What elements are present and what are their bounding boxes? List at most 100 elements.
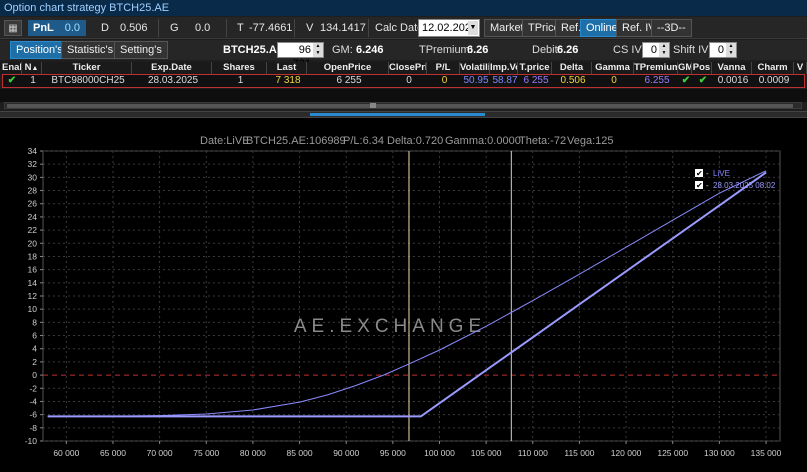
pnl-value: 0.0 [64,22,80,34]
legend-label-expiry: 28.03.2025 08:02 [713,181,776,190]
cs-iv-label: CS IV: [613,44,645,56]
chart-header-pl: P/L:6.34 [343,135,384,147]
cell-imp-vol: 58.87 [492,75,518,86]
cell-volatility: 50.95 [463,75,489,86]
gm-label: GM: [332,44,353,56]
table-row[interactable]: ✔ 1 BTC98000CH25 28.03.2025 1 7 318 6 25… [2,74,805,88]
x-tick-label: 95 000 [380,448,406,458]
chart-header-date: Date:LiVE [200,135,250,147]
tab-settings[interactable]: Setting's [114,41,168,59]
x-tick-label: 90 000 [333,448,359,458]
t-label: T [237,22,244,34]
3d-button[interactable]: --3D-- [651,19,692,37]
y-tick-label: 22 [28,225,38,235]
cell-delta: 0.506 [560,75,586,86]
y-tick-label: 18 [28,251,38,261]
cell-tpremium: 6.255 [644,75,670,86]
col-vanna[interactable]: Vanna [712,62,752,74]
separator [368,19,369,37]
col-ticker[interactable]: Ticker [42,62,132,74]
chart-header-delta: Delta:0.720 [387,135,443,147]
chart-header-gamma: Gamma:0.0000 [445,135,521,147]
series-line-expiry [47,171,767,418]
col-pos[interactable]: Pos [692,62,712,74]
x-tick-label: 115 000 [564,448,594,458]
v-value: 134.1417 [320,22,366,34]
x-tick-label: 75 000 [193,448,219,458]
chart-grid [42,150,781,442]
x-tick-label: 60 000 [53,448,79,458]
d-value: 0.506 [120,22,148,34]
symbol-label: BTCH25.AE [223,44,285,56]
scrollbar-grip-icon [370,103,376,108]
watermark: AE.EXCHANGE [294,316,486,337]
scrollbar-thumb[interactable] [7,104,793,108]
col-t-price[interactable]: T.price [518,62,552,74]
pos-check-icon[interactable]: ✔ [693,75,713,87]
g-label: G [170,22,179,34]
cell-gamma: 0 [611,75,617,86]
payoff-chart[interactable]: AE.EXCHANGE -10 -8 -6 -4 -2 0 2 4 6 8 10 12 14 16 18 20… [0,117,807,472]
col-open-price[interactable]: OpenPrice [307,62,389,74]
calc-date-select[interactable]: 12.02.2025 ▼ [418,19,480,37]
y-tick-label: 32 [28,159,38,169]
col-pl[interactable]: P/L [427,62,460,74]
x-tick-label: 120 000 [611,448,642,458]
col-n[interactable]: N▲ [22,62,42,74]
separator [226,19,227,37]
col-volatility[interactable]: Volatili [460,62,490,74]
table-empty-area [0,89,807,102]
y-tick-label: 20 [28,238,38,248]
chart-header-vega: Vega:125 [567,135,614,147]
symbol-price-stepper[interactable]: 96 731 [277,42,324,70]
chart-header: Date:LiVE BTCH25.AE:106989 P/L:6.34 Delt… [200,135,614,147]
y-tick-label: 6 [32,331,37,341]
shift-iv-stepper[interactable]: 0 [709,42,737,58]
cell-charm: 0.0009 [758,75,790,86]
tab-positions[interactable]: Position's [10,41,69,59]
col-gm[interactable]: GM [678,62,692,74]
col-exp-date[interactable]: Exp.Date [132,62,212,74]
enable-check-icon[interactable]: ✔ [3,75,21,87]
gm-check-icon[interactable]: ✔ [679,75,693,87]
col-enable[interactable]: Enal [2,62,22,74]
col-gamma[interactable]: Gamma [592,62,634,74]
y-tick-label: 28 [28,186,38,196]
col-shares[interactable]: Shares [212,62,267,74]
col-imp-vol[interactable]: Imp.Vo [490,62,518,74]
legend-label-live: LiVE [713,169,730,178]
x-tick-label: 100 000 [424,448,455,458]
cell-ticker: BTC98000CH25 [51,75,125,86]
legend-dash: - [706,169,709,178]
y-tick-label: 10 [28,304,38,314]
d-label: D [101,22,109,34]
chevron-down-icon[interactable]: ▼ [468,21,478,35]
y-tick-label: 4 [32,344,37,354]
y-axis-ticks: -10-8-6-4-202468101214161820222426283032… [25,146,43,446]
y-tick-label: -6 [29,410,37,420]
window-title: Option chart strategy BTCH25.AE [0,0,807,16]
cell-last: 7 318 [275,75,301,86]
cs-iv-stepper[interactable]: 0 [642,42,670,58]
x-axis-ticks: 60 000 65 000 70 000 75 000 80 000 85 000 90 0… [53,441,782,458]
col-charm[interactable]: Charm [752,62,794,74]
cell-n: 1 [30,75,36,86]
tab-statistics[interactable]: Statistic's [61,41,120,59]
col-v[interactable]: V [794,62,807,74]
t-value: -77.4661 [249,22,293,34]
cell-close-price: 0 [406,75,412,86]
y-tick-label: 2 [32,357,37,367]
splitter-handle[interactable] [310,113,485,116]
check-icon: ✔ [696,181,703,190]
menu-icon[interactable]: ▦ [4,20,22,36]
col-delta[interactable]: Delta [552,62,592,74]
x-tick-label: 105 000 [471,448,502,458]
series-line-live [47,170,767,417]
tpremium-label: TPremium: [419,44,473,56]
cell-pl: 0 [441,75,448,86]
col-tpremium[interactable]: TPremium [634,62,678,74]
col-close-price[interactable]: ClosePri [389,62,427,74]
chart-header-theta: Theta:-72 [519,135,566,147]
col-last[interactable]: Last [267,62,307,74]
horizontal-scrollbar[interactable] [4,102,802,109]
